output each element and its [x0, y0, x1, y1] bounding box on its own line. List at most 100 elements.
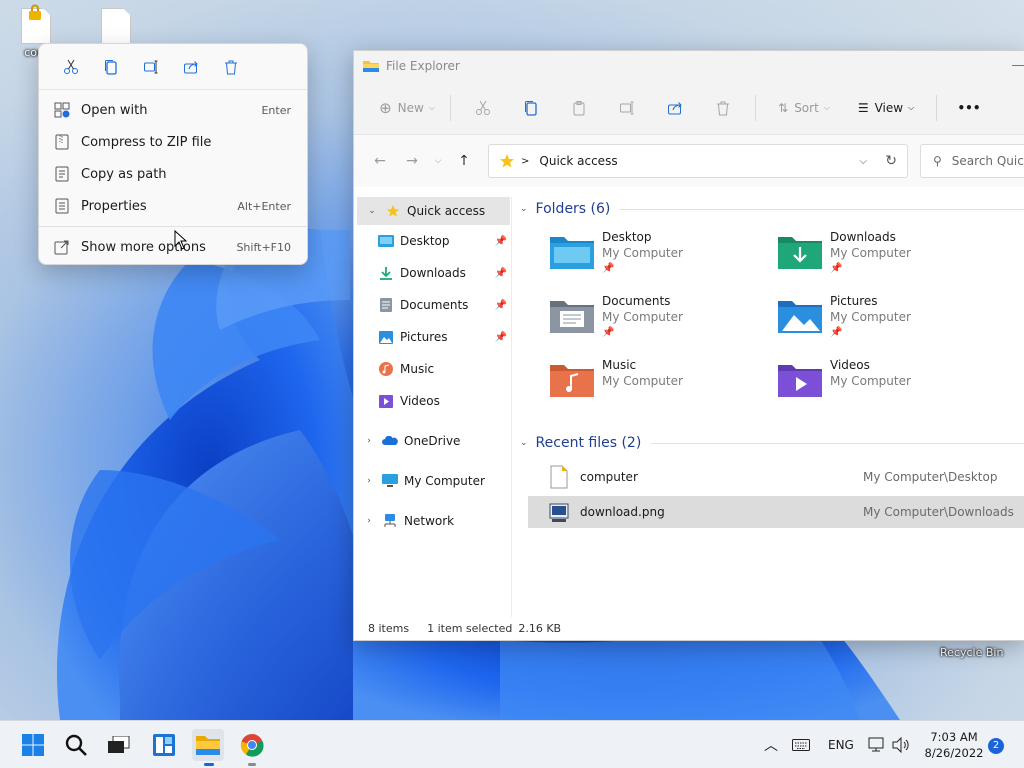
chevron-down-icon[interactable]: ⌄ [520, 204, 528, 214]
status-bar: 8 items 1 item selected 2.16 KB [354, 617, 1024, 640]
folder-name: Downloads [830, 230, 896, 244]
folder-location: My Computer [602, 310, 683, 324]
folder-tile-documents[interactable]: Documents My Computer 📌 [520, 293, 740, 349]
language-indicator[interactable]: ENG [828, 721, 854, 768]
nav-item-music[interactable]: Music [354, 353, 511, 385]
forward-button[interactable]: → [396, 146, 428, 176]
recent-locations-button[interactable]: ⌵ [428, 146, 448, 176]
network-tray-button[interactable] [868, 721, 886, 768]
folder-location: My Computer [830, 246, 911, 260]
clock[interactable]: 7:03 AM 8/26/2022 [918, 729, 990, 761]
menu-item-compress-zip[interactable]: Compress to ZIP file [39, 126, 307, 158]
volume-button[interactable] [892, 721, 910, 768]
paste-button[interactable] [555, 91, 603, 125]
view-button[interactable]: ☰ View ⌵ [844, 91, 928, 125]
minimize-button[interactable] [1012, 65, 1024, 66]
breadcrumb-location[interactable]: Quick access [539, 154, 617, 168]
chevron-down-icon[interactable]: ⌵ [859, 156, 867, 167]
nav-item-downloads[interactable]: Downloads 📌 [354, 257, 511, 289]
chevron-down-icon[interactable]: ⌄ [365, 206, 379, 216]
up-button[interactable]: ↑ [448, 146, 480, 176]
pin-icon: 📌 [602, 327, 615, 338]
delete-button[interactable] [699, 91, 747, 125]
search-box[interactable]: ⚲ Search Quick access [920, 144, 1024, 178]
folder-location: My Computer [602, 246, 683, 260]
nav-item-videos[interactable]: Videos [354, 385, 511, 417]
chevron-right-icon[interactable]: › [362, 476, 376, 486]
plus-icon: ⊕ [379, 98, 392, 117]
folder-tile-downloads[interactable]: Downloads My Computer 📌 [748, 229, 968, 285]
rename-button[interactable] [603, 91, 651, 125]
taskbar-chrome[interactable] [236, 729, 268, 761]
touch-keyboard-button[interactable] [792, 721, 810, 768]
taskbar-file-explorer[interactable] [192, 729, 224, 761]
nav-item-pictures[interactable]: Pictures 📌 [354, 321, 511, 353]
rename-icon [144, 60, 158, 73]
task-view-icon [108, 736, 130, 753]
recent-file-name: download.png [580, 505, 665, 519]
recycle-bin-label[interactable]: Recycle Bin [940, 646, 1003, 659]
show-hidden-icons-button[interactable]: ︿ [764, 721, 778, 768]
folder-tile-pictures[interactable]: Pictures My Computer 📌 [748, 293, 968, 349]
folder-location: My Computer [830, 374, 911, 388]
folder-icon [363, 61, 379, 72]
copy-button[interactable] [91, 52, 131, 82]
menu-item-show-more-options[interactable]: Show more options Shift+F10 [39, 231, 307, 263]
menu-item-copy-as-path[interactable]: Copy as path [39, 158, 307, 190]
recent-files-group-header[interactable]: ⌄ Recent files (2) [520, 431, 1024, 455]
folder-tile-desktop[interactable]: Desktop My Computer 📌 [520, 229, 740, 285]
nav-item-quick-access[interactable]: ⌄ Quick access [357, 197, 510, 225]
task-view-button[interactable] [103, 729, 135, 761]
nav-item-network[interactable]: › Network [354, 505, 511, 537]
menu-item-label: Properties [81, 198, 147, 214]
notification-badge[interactable]: 2 [988, 738, 1004, 754]
file-icon [101, 8, 131, 44]
recent-file-row[interactable]: computer My Computer\Desktop [528, 461, 1024, 493]
nav-item-desktop[interactable]: Desktop 📌 [354, 225, 511, 257]
cut-button[interactable] [51, 52, 91, 82]
star-icon [385, 203, 401, 219]
address-bar[interactable]: > Quick access ⌵ ↻ [488, 144, 908, 178]
copy-button[interactable] [507, 91, 555, 125]
cloud-icon [382, 433, 398, 449]
nav-label: Desktop [400, 234, 450, 248]
copy-path-icon [53, 165, 71, 183]
share-button[interactable] [651, 91, 699, 125]
title-bar[interactable]: File Explorer [354, 51, 1024, 81]
taskbar: ︿ ENG 7:03 AM 8/26/2022 2 [0, 720, 1024, 768]
copy-icon [525, 100, 537, 116]
nav-item-my-computer[interactable]: › My Computer [354, 465, 511, 497]
nav-item-onedrive[interactable]: › OneDrive [354, 425, 511, 457]
start-button[interactable] [17, 729, 49, 761]
downloads-folder-icon [778, 237, 822, 269]
nav-label: Pictures [400, 330, 448, 344]
properties-icon [53, 197, 71, 215]
menu-item-open-with[interactable]: Open with Enter [39, 94, 307, 126]
refresh-icon[interactable]: ↻ [885, 153, 897, 169]
widgets-icon [153, 734, 175, 756]
rename-button[interactable] [131, 52, 171, 82]
pin-icon: 📌 [494, 267, 507, 279]
recent-file-row-selected[interactable]: download.png My Computer\Downloads [528, 496, 1024, 528]
chevron-down-icon[interactable]: ⌄ [520, 438, 528, 448]
back-button[interactable]: ← [364, 146, 396, 176]
music-icon [378, 361, 394, 377]
chevron-right-icon[interactable]: › [362, 516, 376, 526]
widgets-button[interactable] [148, 729, 180, 761]
desktop-icon-file[interactable] [88, 8, 144, 44]
folders-group-header[interactable]: ⌄ Folders (6) [520, 197, 1024, 221]
share-button[interactable] [171, 52, 211, 82]
nav-item-documents[interactable]: Documents 📌 [354, 289, 511, 321]
delete-button[interactable] [211, 52, 251, 82]
pin-icon: 📌 [494, 299, 507, 311]
cut-button[interactable] [459, 91, 507, 125]
running-indicator [248, 763, 256, 766]
folder-tile-videos[interactable]: Videos My Computer [748, 357, 968, 413]
search-button[interactable] [60, 729, 92, 761]
menu-item-properties[interactable]: Properties Alt+Enter [39, 190, 307, 222]
sort-button[interactable]: ⇅ Sort ⌵ [764, 91, 844, 125]
new-button[interactable]: ⊕ New ⌵ [372, 91, 442, 125]
chevron-right-icon[interactable]: › [362, 436, 376, 446]
folder-tile-music[interactable]: Music My Computer [520, 357, 740, 413]
see-more-button[interactable]: ••• [945, 91, 993, 125]
